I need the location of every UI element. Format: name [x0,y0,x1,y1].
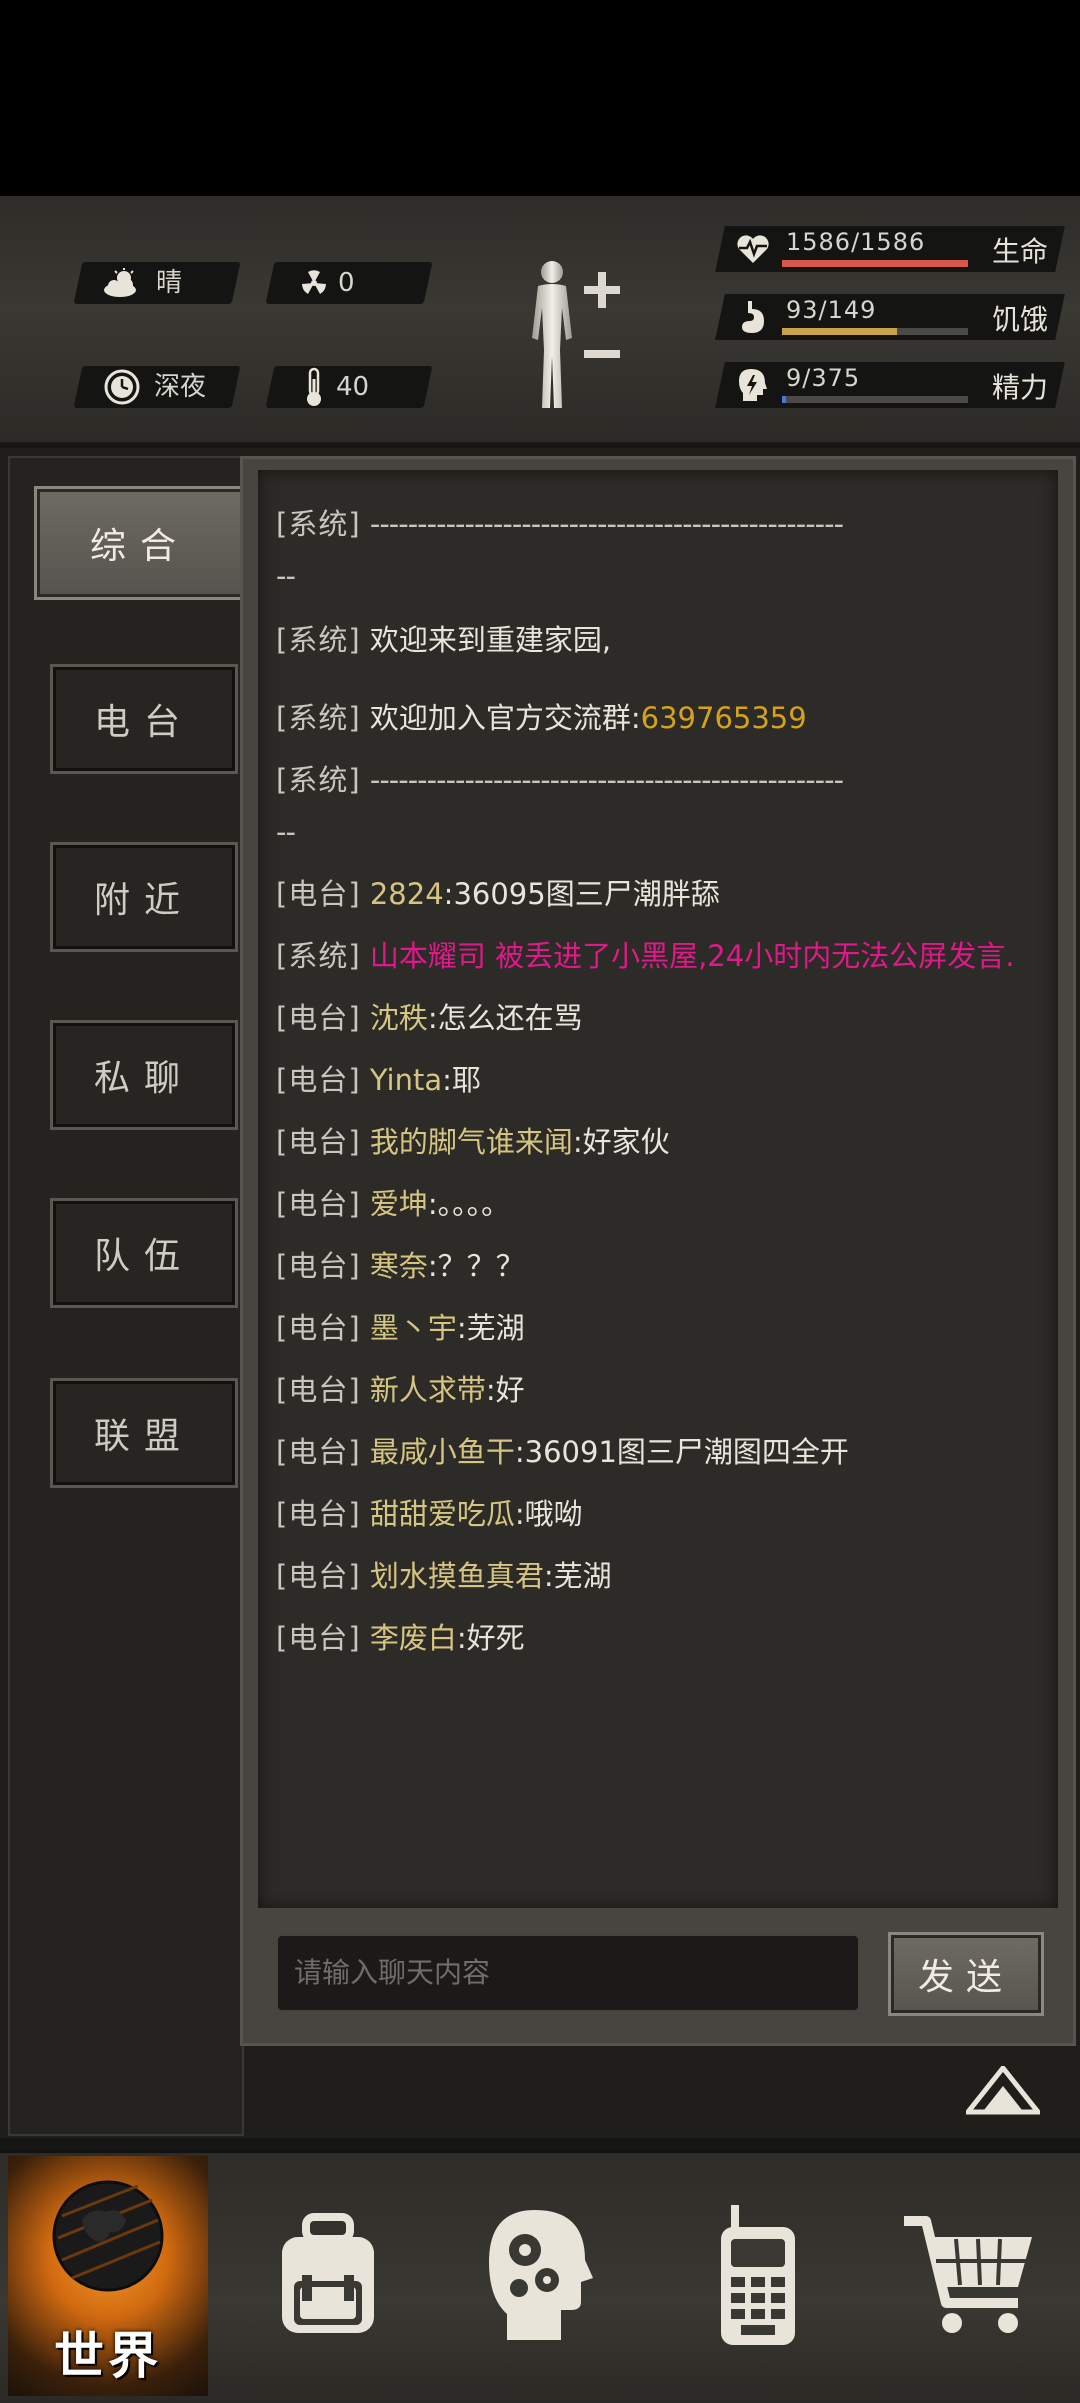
energy-bar [782,396,968,403]
chat-message-continuation: -- [276,815,296,849]
energy-stat: 9/375 精力 [715,362,1065,408]
walkie-talkie-icon [721,2205,795,2345]
chat-message-continuation: -- [276,559,296,593]
shopping-cart-icon [904,2216,1032,2333]
weather-text: 晴 [156,268,183,298]
radiation-icon [294,262,334,304]
time-text: 深夜 [154,372,207,402]
chat-message: [系统] 欢迎来到重建家园, [276,623,612,657]
chat-message: [电台] 甜甜爱吃瓜:哦呦 [276,1497,583,1531]
send-button[interactable]: 发送 [888,1932,1044,2016]
radiation-value: 0 [338,268,355,298]
chat-message: [电台] 李废白:好死 [276,1621,525,1655]
nav-backpack-button[interactable] [228,2156,428,2396]
temperature-value: 40 [336,372,370,402]
chat-message: [电台] 墨丶宇:芜湖 [276,1311,525,1345]
life-label: 生命 [992,235,1049,268]
tab-radio[interactable]: 电台 [50,664,238,774]
chat-message: [电台] Yinta:耶 [276,1063,481,1097]
system-status-bar [0,0,1080,196]
chat-message: [系统] 山本耀司 被丢进了小黑屋,24小时内无法公屏发言. [276,939,1015,973]
life-stat: 1586/1586 生命 [715,226,1065,272]
chat-message: [电台] 划水摸鱼真君:芜湖 [276,1559,612,1593]
chat-message: [电台] 2824:36095图三尸潮胖舔 [276,877,720,911]
chat-message: [系统] -----------------------------------… [276,763,844,797]
chat-message: [系统] -----------------------------------… [276,507,844,541]
cloud-sun-icon [102,262,142,304]
body-status-button[interactable] [520,258,630,418]
tab-all[interactable]: 综合 [34,486,246,600]
chat-message: [电台] 爱坤:。。。。 [276,1187,511,1221]
head-energy-icon [734,366,772,404]
clock-icon [102,366,142,408]
tab-team[interactable]: 队伍 [50,1198,238,1308]
tab-private[interactable]: 私聊 [50,1020,238,1130]
heart-pulse-icon [734,230,772,268]
energy-value: 9/375 [786,364,861,392]
chat-message: [电台] 新人求带:好 [276,1373,525,1407]
stomach-icon [734,298,772,336]
tab-nearby[interactable]: 附近 [50,842,238,952]
chat-message: [电台] 寒奈:？？？ [276,1249,525,1283]
thermometer-icon [294,366,334,408]
hunger-label: 饥饿 [992,303,1049,336]
nav-radio-button[interactable] [658,2156,858,2396]
nav-world-label: 世界 [54,2327,162,2385]
backpack-icon [282,2213,374,2333]
brain-gears-icon [489,2210,593,2340]
hunger-value: 93/149 [786,296,877,324]
globe-icon [52,2180,164,2292]
life-bar [782,260,968,267]
hunger-stat: 93/149 饥饿 [715,294,1065,340]
temperature-chip: 40 [265,366,433,408]
chat-message: [电台] 沈秩:怎么还在骂 [276,1001,583,1035]
energy-label: 精力 [992,371,1049,404]
chat-message: [系统] 欢迎加入官方交流群:639765359 [276,701,807,735]
weather-chip: 晴 [73,262,241,304]
time-chip: 深夜 [73,366,241,408]
collapse-up-icon[interactable] [962,2063,1044,2116]
chat-message: [电台] 我的脚气谁来闻:好家伙 [276,1125,670,1159]
radiation-chip: 0 [265,262,433,304]
tab-alliance[interactable]: 联盟 [50,1378,238,1488]
chat-message: [电台] 最咸小鱼干:36091图三尸潮图四全开 [276,1435,849,1469]
nav-world-button[interactable]: 世界 [8,2156,208,2396]
life-value: 1586/1586 [786,228,926,256]
nav-shop-button[interactable] [870,2156,1070,2396]
hunger-bar [782,328,968,335]
chat-input[interactable]: 请输入聊天内容 [276,1934,860,2012]
nav-skills-button[interactable] [440,2156,640,2396]
